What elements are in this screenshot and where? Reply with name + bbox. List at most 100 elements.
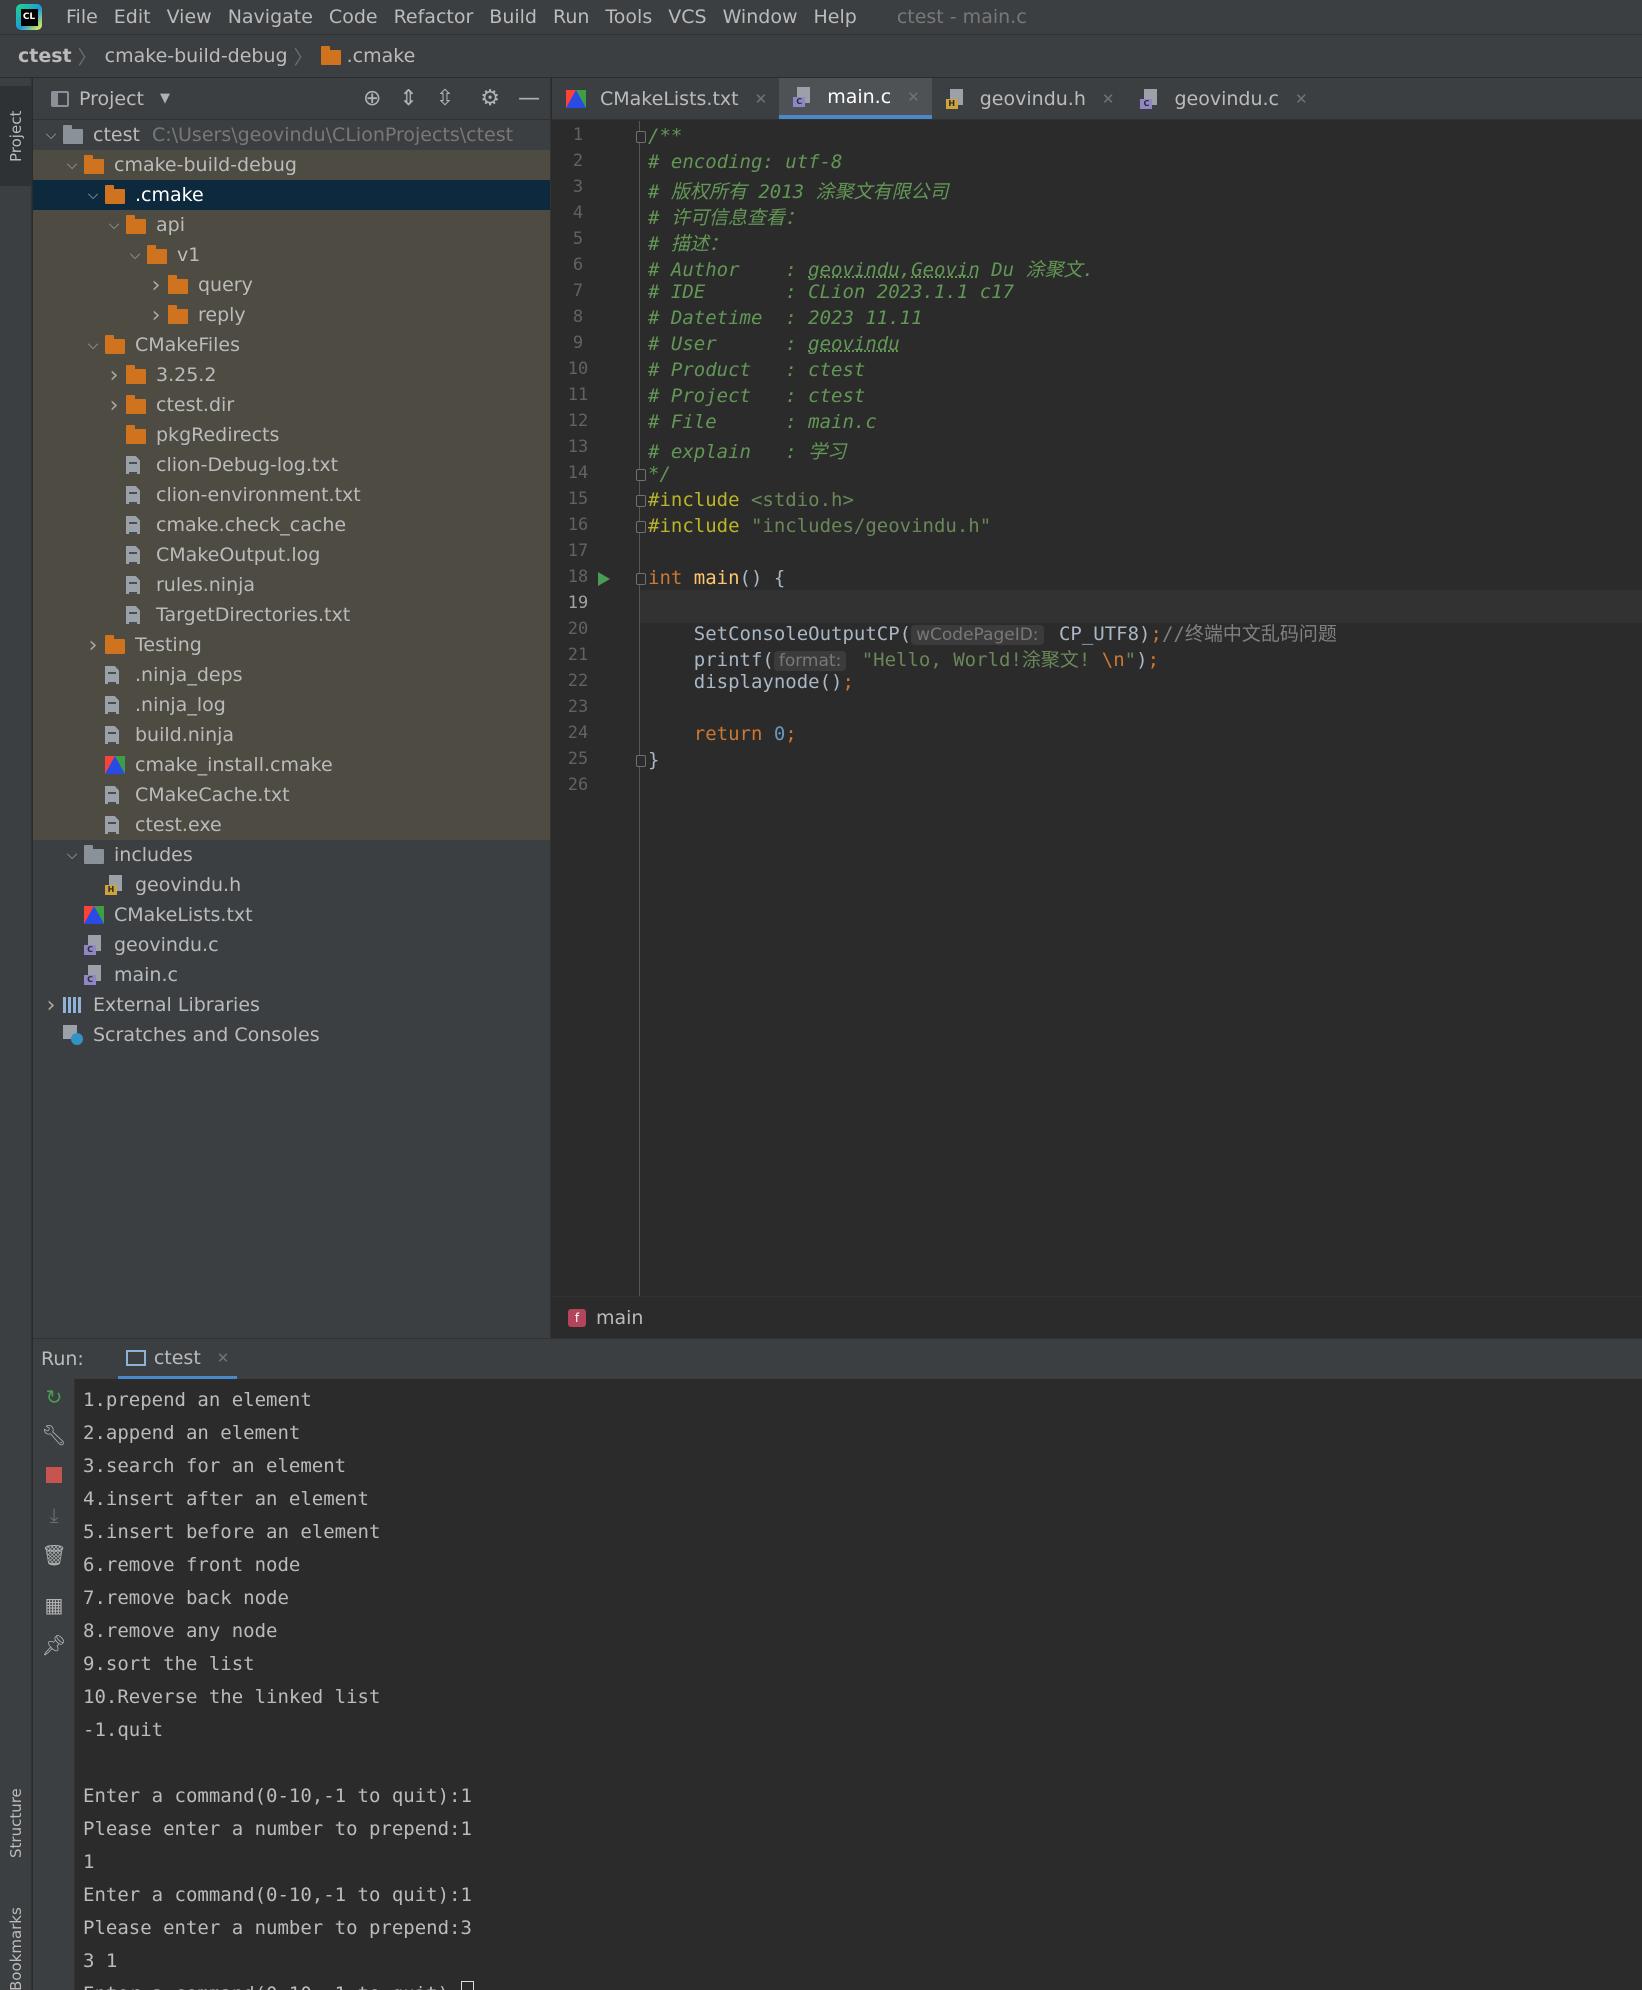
fold-marker-icon[interactable] [636,131,646,143]
rerun-icon[interactable]: ↻ [42,1385,66,1409]
breadcrumb-cmake[interactable]: .cmake [320,45,415,67]
layout-icon[interactable]: ▦ [42,1593,66,1617]
tree-item-reply[interactable]: › reply [33,300,550,330]
tree-item-clion-environment-txt[interactable]: clion-environment.txt [33,480,550,510]
tree-item-ctest-dir[interactable]: › ctest.dir [33,390,550,420]
tree-item-ninja-log[interactable]: .ninja_log [33,690,550,720]
menu-run[interactable]: Run [545,6,597,28]
menu-view[interactable]: View [159,6,220,28]
project-view-selector[interactable]: Project [79,88,144,110]
close-icon[interactable]: ✕ [755,90,768,108]
tree-item-external-libraries[interactable]: › External Libraries [33,990,550,1020]
chevron-down-icon[interactable]: ▼ [160,91,170,106]
menu-file[interactable]: File [58,6,106,28]
chevron-down-icon[interactable]: ⌵ [123,247,147,263]
tree-item-pkgredirects[interactable]: pkgRedirects [33,420,550,450]
tree-item-ninja-deps[interactable]: .ninja_deps [33,660,550,690]
chevron-down-icon[interactable]: ⌵ [102,217,126,233]
close-icon[interactable]: ✕ [1102,90,1115,108]
chevron-down-icon[interactable]: ⌵ [81,337,105,353]
tree-item-testing[interactable]: › Testing [33,630,550,660]
structure-tool-button[interactable]: Structure [0,1768,32,1878]
run-tab-ctest[interactable]: ctest ✕ [117,1339,238,1379]
breadcrumb-ctest[interactable]: ctest [18,45,72,67]
menu-help[interactable]: Help [805,6,864,28]
menu-code[interactable]: Code [321,6,386,28]
tree-item-v1[interactable]: ⌵ v1 [33,240,550,270]
menu-refactor[interactable]: Refactor [386,6,482,28]
tree-item-includes[interactable]: ⌵ includes [33,840,550,870]
chevron-down-icon[interactable]: ⌵ [60,847,84,863]
bookmarks-tool-button[interactable]: Bookmarks [0,1907,32,1990]
tab-cmakelists-txt[interactable]: CMakeLists.txt ✕ [552,78,779,119]
breadcrumb-cmake-build-debug[interactable]: cmake-build-debug [105,45,288,67]
close-icon[interactable]: ✕ [907,88,920,106]
tree-item-cmake-check-cache[interactable]: cmake.check_cache [33,510,550,540]
tree-item-cmake-install-cmake[interactable]: cmake_install.cmake [33,750,550,780]
editor-breadcrumb[interactable]: f main [552,1296,1642,1338]
close-icon[interactable]: ✕ [217,1349,230,1367]
clear-trash-icon[interactable]: 🗑︎ [41,1543,66,1567]
close-icon[interactable]: ✕ [1295,90,1308,108]
scroll-to-end-icon[interactable]: ⤓ [42,1503,66,1527]
tab-geovindu-c[interactable]: Cgeovindu.c ✕ [1126,78,1319,119]
hide-panel-icon[interactable]: — [518,86,540,111]
tree-item-ctest-exe[interactable]: ctest.exe [33,810,550,840]
run-main-icon[interactable] [598,572,610,586]
tree-item-label: ctest [93,124,140,146]
tree-item-cmake[interactable]: ⌵ .cmake [33,180,550,210]
menu-build[interactable]: Build [481,6,545,28]
tree-item-rules-ninja[interactable]: rules.ninja [33,570,550,600]
menu-window[interactable]: Window [715,6,806,28]
code-editor[interactable]: 1 2 3 4 5 6 7 8 9 10 11 12 13 14 15 16 17 18 19 20 21 22 23 24 2… [552,121,1642,1296]
tree-node-icon: C [84,965,110,985]
collapse-all-icon[interactable]: ⇳ [436,86,454,111]
gear-icon[interactable]: ⚙ [480,86,500,111]
menu-tools[interactable]: Tools [597,6,660,28]
chevron-right-icon[interactable]: › [144,273,168,298]
tree-item-clion-debug-log-txt[interactable]: clion-Debug-log.txt [33,450,550,480]
tree-item-cmakelists-txt[interactable]: CMakeLists.txt [33,900,550,930]
stop-icon[interactable] [42,1463,66,1487]
tree-item-targetdirectories-txt[interactable]: TargetDirectories.txt [33,600,550,630]
project-tool-button[interactable]: Project [0,86,32,186]
tree-item-3-25-2[interactable]: › 3.25.2 [33,360,550,390]
tree-item-main-c[interactable]: Cmain.c [33,960,550,990]
chevron-down-icon[interactable]: ⌵ [39,127,63,143]
line-number: 26 [567,775,589,795]
tree-item-cmake-build-debug[interactable]: ⌵ cmake-build-debug [33,150,550,180]
chevron-right-icon[interactable]: › [102,393,126,418]
fold-marker-icon[interactable] [636,573,646,585]
tree-item-cmakeoutput-log[interactable]: CMakeOutput.log [33,540,550,570]
chevron-right-icon[interactable]: › [144,303,168,328]
tree-item-cmakecache-txt[interactable]: CMakeCache.txt [33,780,550,810]
tab-main-c[interactable]: Cmain.c ✕ [779,78,932,119]
tree-item-query[interactable]: › query [33,270,550,300]
pin-icon[interactable]: 📌︎ [41,1633,66,1657]
expand-all-icon[interactable]: ⇕ [399,86,417,111]
chevron-right-icon[interactable]: › [39,993,63,1018]
tree-item-geovindu-h[interactable]: Hgeovindu.h [33,870,550,900]
fold-marker-icon[interactable] [636,755,646,767]
menu-vcs[interactable]: VCS [660,6,714,28]
chevron-down-icon[interactable]: ⌵ [60,157,84,173]
tree-item-geovindu-c[interactable]: Cgeovindu.c [33,930,550,960]
chevron-down-icon[interactable]: ⌵ [81,187,105,203]
file-icon [105,696,119,714]
wrench-icon[interactable]: 🔧︎ [41,1423,66,1447]
chevron-right-icon[interactable]: › [102,363,126,388]
tab-geovindu-h[interactable]: Hgeovindu.h ✕ [932,78,1127,119]
fold-marker-icon[interactable] [636,469,646,481]
tree-item-cmakefiles[interactable]: ⌵ CMakeFiles [33,330,550,360]
tree-item-build-ninja[interactable]: build.ninja [33,720,550,750]
menu-navigate[interactable]: Navigate [220,6,321,28]
tree-item-ctest[interactable]: ⌵ ctest C:\Users\geovindu\CLionProjects\ct… [33,120,550,150]
chevron-right-icon[interactable]: › [81,633,105,658]
fold-marker-icon[interactable] [636,521,646,533]
console-output[interactable]: 1.prepend an element 2.append an element… [75,1379,1642,1990]
menu-edit[interactable]: Edit [106,6,159,28]
fold-marker-icon[interactable] [636,495,646,507]
select-opened-file-icon[interactable]: ⊕ [363,86,381,111]
tree-item-api[interactable]: ⌵ api [33,210,550,240]
tree-item-scratches-and-consoles[interactable]: Scratches and Consoles [33,1020,550,1050]
